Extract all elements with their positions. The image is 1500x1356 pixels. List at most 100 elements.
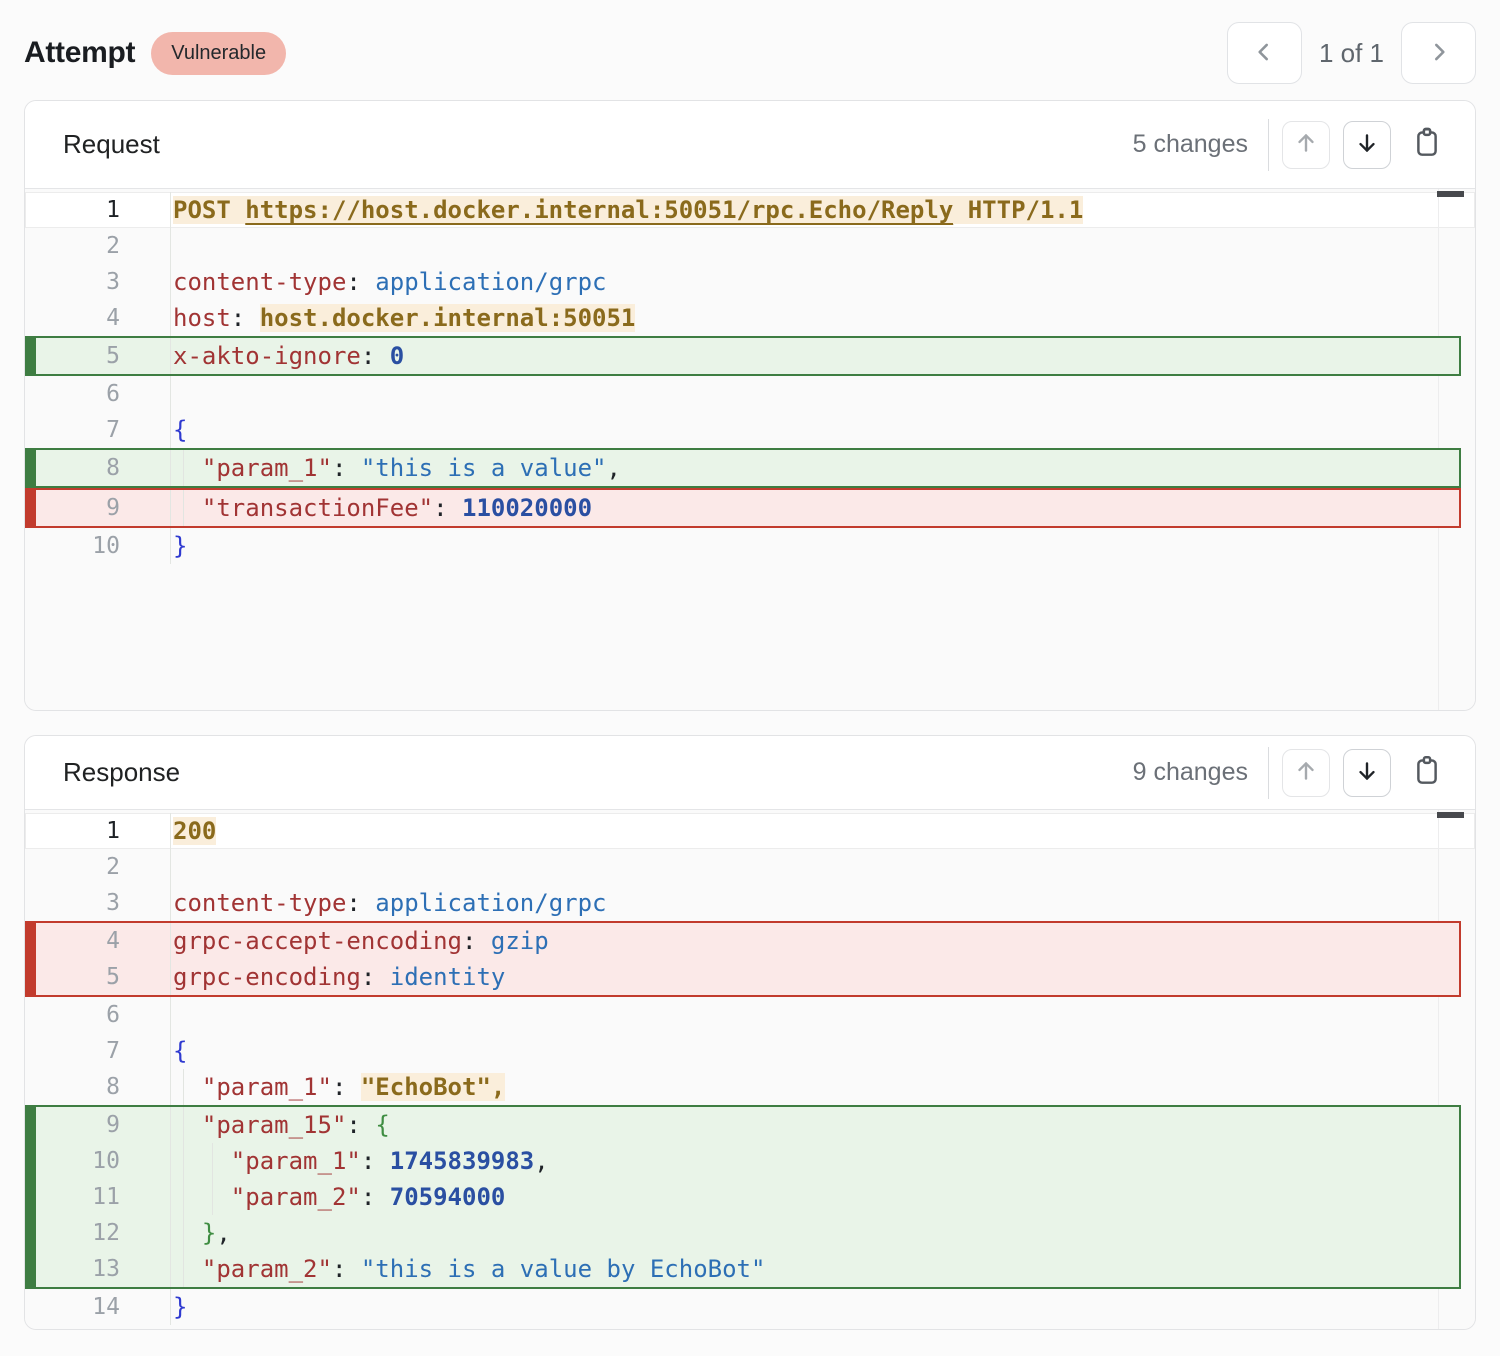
line-number: 2 (25, 849, 170, 885)
diff-added-block: 8 "param_1": "this is a value", (25, 448, 1461, 488)
clipboard-icon (1412, 755, 1442, 790)
code-line-13: 13 "param_2": "this is a value by EchoBo… (27, 1251, 1459, 1287)
indent-guide (212, 1143, 213, 1179)
attempt-pager: 1 of 1 (1227, 22, 1476, 84)
diff-removed-block: 4grpc-accept-encoding: gzip5grpc-encodin… (25, 921, 1461, 997)
response-panel: Response 9 changes (24, 735, 1476, 1330)
code-line-4: 4host: host.docker.internal:50051 (25, 300, 1475, 336)
line-content: { (170, 412, 1475, 448)
response-changes-count: 9 changes (1133, 758, 1248, 787)
line-content: x-akto-ignore: 0 (170, 338, 1459, 374)
title-group: Attempt Vulnerable (24, 32, 286, 75)
line-content: { (170, 1033, 1475, 1069)
code-line-9: 9 "param_15": { (27, 1107, 1459, 1143)
code-line-8: 8 "param_1": "this is a value", (27, 450, 1459, 486)
code-line-3: 3content-type: application/grpc (25, 264, 1475, 300)
clipboard-icon (1412, 127, 1442, 162)
chevron-left-icon (1251, 39, 1277, 68)
line-number: 14 (25, 1289, 170, 1325)
line-number: 3 (25, 885, 170, 921)
request-tools: 5 changes (1133, 119, 1447, 171)
line-number: 1 (25, 813, 170, 849)
code-line-10: 10 "param_1": 1745839983, (27, 1143, 1459, 1179)
line-number: 12 (27, 1215, 170, 1251)
arrow-down-icon (1354, 758, 1380, 787)
response-panel-header: Response 9 changes (25, 736, 1475, 810)
line-content (170, 997, 1475, 1033)
response-title: Response (63, 757, 180, 788)
indent-guide (183, 1251, 184, 1287)
code-line-2: 2 (25, 228, 1475, 264)
code-line-7: 7{ (25, 1033, 1475, 1069)
indent-guide (183, 1069, 184, 1105)
divider (1268, 119, 1269, 171)
attempt-header: Attempt Vulnerable 1 of 1 (24, 0, 1476, 100)
line-content: grpc-encoding: identity (170, 959, 1459, 995)
line-number: 4 (25, 300, 170, 336)
line-number: 11 (27, 1179, 170, 1215)
code-line-14: 14} (25, 1289, 1475, 1325)
prev-change-button[interactable] (1282, 121, 1330, 169)
response-tools: 9 changes (1133, 747, 1447, 799)
line-number: 6 (25, 376, 170, 412)
line-content: "param_2": "this is a value by EchoBot" (170, 1251, 1459, 1287)
code-line-6: 6 (25, 376, 1475, 412)
arrow-up-icon (1293, 130, 1319, 159)
next-change-button[interactable] (1343, 749, 1391, 797)
line-content: "param_2": 70594000 (170, 1179, 1459, 1215)
line-content: content-type: application/grpc (170, 885, 1475, 921)
code-line-4: 4grpc-accept-encoding: gzip (27, 923, 1459, 959)
line-content: "param_1": "EchoBot", (170, 1069, 1475, 1105)
line-content: }, (170, 1215, 1459, 1251)
indent-guide (183, 1107, 184, 1143)
prev-attempt-button[interactable] (1227, 22, 1302, 84)
line-number: 4 (27, 923, 170, 959)
indent-guide (183, 1143, 184, 1179)
line-content: host: host.docker.internal:50051 (170, 300, 1475, 336)
indent-guide (183, 490, 184, 526)
line-content (170, 849, 1475, 885)
line-content (170, 376, 1475, 412)
line-number: 13 (27, 1251, 170, 1287)
request-changes-count: 5 changes (1133, 130, 1248, 159)
line-content: 200 (170, 813, 1475, 849)
indent-guide (183, 1215, 184, 1251)
chevron-right-icon (1426, 39, 1452, 68)
line-number: 3 (25, 264, 170, 300)
page-title: Attempt (24, 36, 135, 70)
copy-request-button[interactable] (1407, 121, 1447, 169)
diff-added-block: 9 "param_15": {10 "param_1": 1745839983,… (25, 1105, 1461, 1289)
line-content: POST https://host.docker.internal:50051/… (170, 192, 1475, 228)
line-number: 8 (25, 1069, 170, 1105)
attempt-page: Attempt Vulnerable 1 of 1 Request 5 chan… (0, 0, 1500, 1356)
request-panel: Request 5 changes (24, 100, 1476, 711)
code-line-5: 5grpc-encoding: identity (27, 959, 1459, 995)
diff-added-block: 5x-akto-ignore: 0 (25, 336, 1461, 376)
response-code-editor[interactable]: 120023content-type: application/grpc4grp… (25, 810, 1475, 1329)
code-line-3: 3content-type: application/grpc (25, 885, 1475, 921)
line-content: "param_1": 1745839983, (170, 1143, 1459, 1179)
next-attempt-button[interactable] (1401, 22, 1476, 84)
diff-removed-block: 9 "transactionFee": 110020000 (25, 488, 1461, 528)
code-line-2: 2 (25, 849, 1475, 885)
code-line-6: 6 (25, 997, 1475, 1033)
line-number: 1 (25, 192, 170, 228)
indent-guide (183, 450, 184, 486)
next-change-button[interactable] (1343, 121, 1391, 169)
vulnerable-badge: Vulnerable (151, 32, 286, 75)
indent-guide (183, 1179, 184, 1215)
copy-response-button[interactable] (1407, 749, 1447, 797)
arrow-down-icon (1354, 130, 1380, 159)
line-number: 6 (25, 997, 170, 1033)
line-number: 9 (27, 490, 170, 526)
request-title: Request (63, 129, 160, 160)
prev-change-button[interactable] (1282, 749, 1330, 797)
line-content (170, 228, 1475, 264)
request-code-editor[interactable]: 1POST https://host.docker.internal:50051… (25, 189, 1475, 710)
line-content: content-type: application/grpc (170, 264, 1475, 300)
pager-label: 1 of 1 (1319, 38, 1384, 69)
line-content: "transactionFee": 110020000 (170, 490, 1459, 526)
line-content: } (170, 528, 1475, 564)
line-content: grpc-accept-encoding: gzip (170, 923, 1459, 959)
request-panel-header: Request 5 changes (25, 101, 1475, 189)
